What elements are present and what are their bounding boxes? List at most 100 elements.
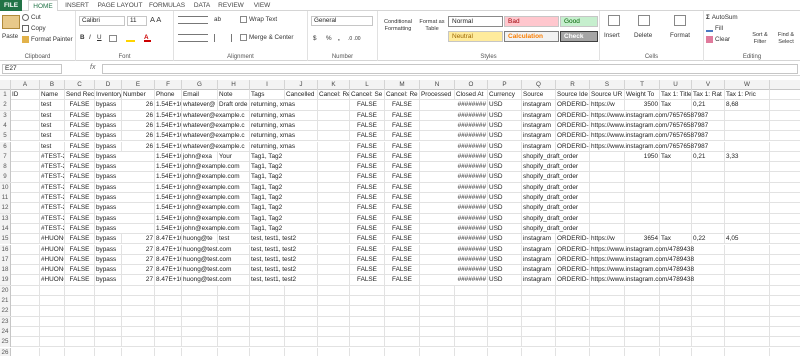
table-cell[interactable]	[660, 316, 692, 327]
table-cell[interactable]: huong@te	[182, 234, 218, 245]
table-cell[interactable]: shopify_draft_order	[522, 172, 660, 183]
table-cell[interactable]: ########	[420, 213, 488, 224]
paste-button[interactable]: Paste	[2, 33, 18, 41]
table-cell[interactable]: bypass	[95, 193, 155, 203]
table-cell[interactable]	[725, 275, 770, 286]
table-cell[interactable]: ########	[420, 193, 488, 203]
row-header[interactable]: 23	[0, 316, 11, 327]
table-cell[interactable]: FALSE	[385, 162, 420, 173]
table-cell[interactable]: whatever@example.c	[182, 131, 250, 142]
table-cell[interactable]: USD	[488, 213, 522, 224]
column-header-m[interactable]: M	[385, 80, 420, 90]
table-cell[interactable]	[725, 193, 770, 203]
table-cell[interactable]	[122, 285, 155, 296]
table-cell[interactable]	[660, 182, 692, 193]
table-cell[interactable]: ########	[420, 162, 488, 173]
table-cell[interactable]: Tag1, Tag2	[250, 193, 350, 203]
table-cell[interactable]	[65, 296, 95, 306]
table-cell[interactable]	[95, 337, 122, 348]
table-cell[interactable]	[250, 316, 285, 327]
column-header-n[interactable]: N	[420, 80, 455, 90]
table-cell[interactable]: FALSE	[385, 131, 420, 142]
table-cell[interactable]: test	[40, 131, 65, 142]
delete-button[interactable]: Delete	[634, 32, 652, 40]
italic-button[interactable]: I	[89, 34, 91, 42]
table-cell[interactable]	[488, 326, 522, 337]
table-cell[interactable]	[660, 213, 692, 224]
table-cell[interactable]: returning, xmas	[250, 110, 350, 121]
table-cell[interactable]: Email	[182, 90, 218, 100]
table-cell[interactable]	[122, 296, 155, 306]
table-cell[interactable]	[420, 316, 455, 327]
table-cell[interactable]	[725, 131, 770, 142]
table-cell[interactable]	[11, 213, 40, 224]
style-calculation[interactable]: Calculation	[504, 31, 559, 42]
table-cell[interactable]: 1.54E+10	[155, 193, 182, 203]
table-cell[interactable]	[420, 337, 455, 348]
table-cell[interactable]	[250, 347, 285, 356]
table-cell[interactable]: USD	[488, 254, 522, 265]
table-cell[interactable]: bypass	[95, 203, 155, 214]
table-cell[interactable]: instagram	[522, 100, 556, 111]
table-cell[interactable]: FALSE	[385, 172, 420, 183]
table-cell[interactable]: FALSE	[65, 120, 95, 131]
table-cell[interactable]: test	[218, 234, 250, 245]
table-cell[interactable]	[155, 306, 182, 317]
table-cell[interactable]: ########	[420, 203, 488, 214]
table-cell[interactable]: bypass	[95, 213, 155, 224]
table-cell[interactable]	[522, 296, 556, 306]
table-cell[interactable]: ########	[420, 120, 488, 131]
select-all-corner[interactable]	[0, 80, 11, 90]
table-cell[interactable]	[625, 285, 660, 296]
percent-button[interactable]: %	[326, 35, 332, 43]
table-cell[interactable]: ########	[420, 234, 488, 245]
table-cell[interactable]: ORDERID-	[556, 100, 590, 111]
table-cell[interactable]	[95, 316, 122, 327]
row-header[interactable]: 26	[0, 347, 11, 356]
table-cell[interactable]: test, test1, test2	[250, 244, 350, 255]
table-cell[interactable]: shopify_draft_order	[522, 162, 660, 173]
table-cell[interactable]: USD	[488, 203, 522, 214]
tab-insert[interactable]: INSERT	[62, 0, 92, 11]
table-cell[interactable]: test, test1, test2	[250, 254, 350, 265]
table-cell[interactable]: 26	[122, 141, 155, 152]
table-cell[interactable]: FALSE	[350, 120, 385, 131]
table-cell[interactable]	[385, 316, 420, 327]
table-cell[interactable]: bypass	[95, 254, 122, 265]
table-cell[interactable]: shopify_draft_order	[522, 223, 660, 234]
table-cell[interactable]: Tag1, Tag2	[250, 203, 350, 214]
row-header[interactable]: 1	[0, 90, 11, 100]
table-cell[interactable]	[660, 193, 692, 203]
table-cell[interactable]	[11, 141, 40, 152]
table-cell[interactable]	[625, 347, 660, 356]
underline-button[interactable]: U	[97, 34, 102, 42]
table-cell[interactable]: FALSE	[385, 244, 420, 255]
table-cell[interactable]: ORDERID-	[556, 275, 590, 286]
table-cell[interactable]	[692, 326, 725, 337]
column-header-i[interactable]: I	[250, 80, 285, 90]
table-cell[interactable]	[350, 326, 385, 337]
table-cell[interactable]: test, test1, test2	[250, 265, 350, 276]
table-cell[interactable]	[660, 223, 692, 234]
table-cell[interactable]: FALSE	[385, 213, 420, 224]
row-header[interactable]: 8	[0, 162, 11, 173]
table-cell[interactable]: shopify_draft_order	[522, 213, 660, 224]
table-cell[interactable]: USD	[488, 234, 522, 245]
number-format-select[interactable]: General	[311, 16, 373, 26]
table-cell[interactable]: ########	[420, 110, 488, 121]
table-cell[interactable]	[692, 316, 725, 327]
table-cell[interactable]: test, test1, test2	[250, 275, 350, 286]
table-cell[interactable]	[95, 326, 122, 337]
table-cell[interactable]: Closed At	[455, 90, 488, 100]
decimal-buttons[interactable]: .0 .00	[348, 35, 361, 43]
table-cell[interactable]	[318, 285, 350, 296]
table-cell[interactable]	[660, 306, 692, 317]
table-cell[interactable]: FALSE	[350, 182, 385, 193]
table-cell[interactable]	[40, 326, 65, 337]
table-cell[interactable]: ########	[420, 131, 488, 142]
table-cell[interactable]: 1.54E+10	[155, 182, 182, 193]
table-cell[interactable]	[122, 347, 155, 356]
table-cell[interactable]	[155, 296, 182, 306]
table-cell[interactable]: 0,21	[692, 151, 725, 162]
comma-button[interactable]: ,	[338, 35, 340, 43]
